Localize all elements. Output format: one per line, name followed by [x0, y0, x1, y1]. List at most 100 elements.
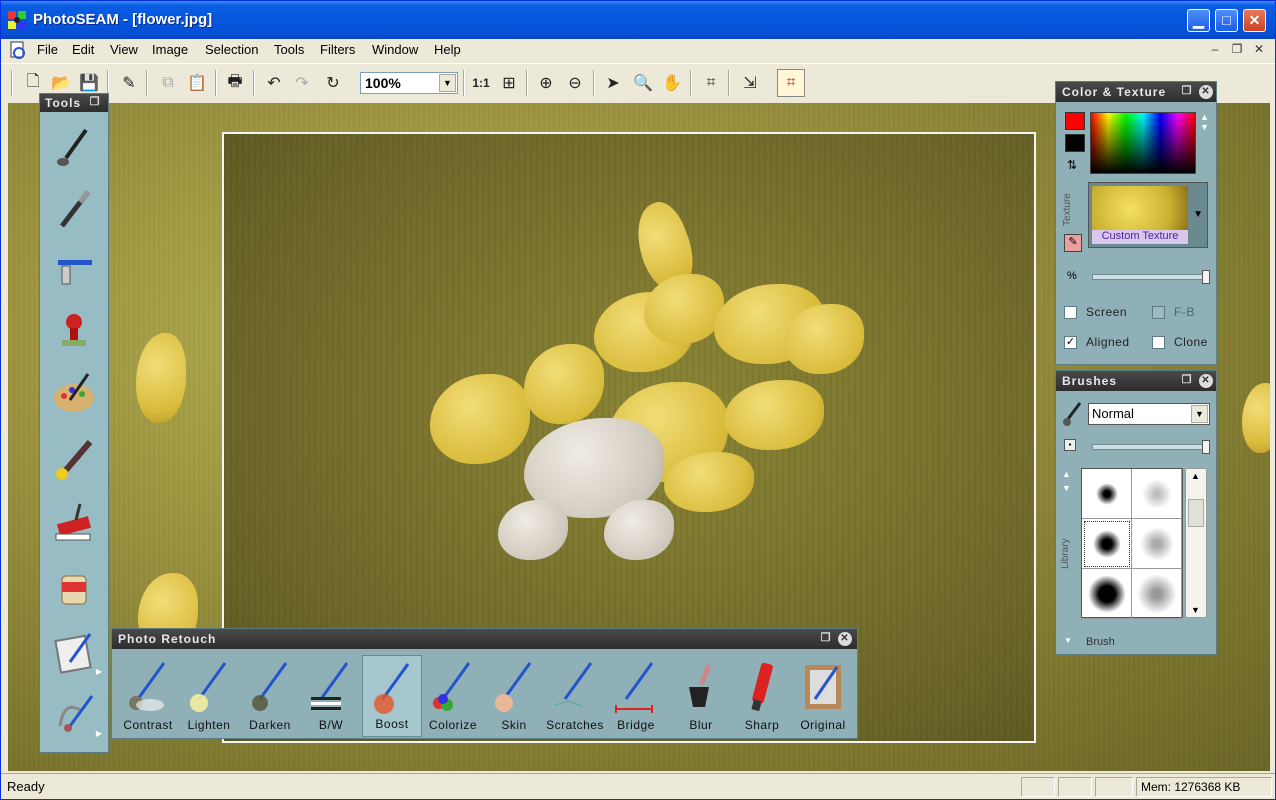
minimize-button[interactable]: ▁ [1187, 9, 1210, 32]
maximize-button[interactable]: □ [1215, 9, 1238, 32]
chevron-down-icon[interactable]: ▼ [439, 74, 456, 92]
paint-bucket-tool[interactable] [46, 560, 102, 616]
opacity-slider[interactable] [1092, 274, 1208, 280]
scroll-up-icon[interactable]: ▲ [1191, 471, 1200, 481]
brush-preset[interactable] [1082, 569, 1132, 619]
eyedropper-icon[interactable]: ✎ [1064, 234, 1082, 252]
retouch-darken-button[interactable]: Darken [240, 655, 300, 737]
palette-tool[interactable] [46, 366, 102, 422]
texture-selector[interactable]: Custom Texture ▼ [1088, 182, 1208, 248]
blend-mode-select[interactable]: Normal ▼ [1088, 403, 1210, 425]
menu-view[interactable]: View [110, 42, 138, 57]
brush-preset[interactable] [1082, 469, 1132, 519]
eraser-icon[interactable]: ✎ [117, 71, 141, 95]
pen-tool[interactable] [46, 182, 102, 238]
spectrum-down-icon[interactable]: ▼ [1200, 122, 1209, 132]
resize-icon[interactable]: ⇲ [738, 71, 762, 95]
brush-size-slider[interactable] [1092, 444, 1208, 450]
menu-image[interactable]: Image [152, 42, 188, 57]
brush-size-slider-thumb[interactable] [1202, 440, 1210, 454]
actual-size-button[interactable]: 1:1 [469, 71, 493, 95]
color-spectrum-picker[interactable] [1090, 112, 1196, 174]
panel-close-icon[interactable]: ✕ [1199, 374, 1213, 388]
brush-expand-icon[interactable]: ▼ [1064, 636, 1072, 645]
menu-file[interactable]: File [37, 42, 58, 57]
smudge-brush-tool[interactable] [46, 432, 102, 488]
retouch-boost-button[interactable]: Boost [362, 655, 422, 737]
document-icon[interactable] [9, 41, 27, 59]
chevron-down-icon[interactable]: ▼ [1193, 209, 1203, 220]
pointer-icon[interactable]: ➤ [601, 71, 625, 95]
spectrum-up-icon[interactable]: ▲ [1200, 112, 1209, 122]
background-color-swatch[interactable] [1065, 134, 1085, 152]
airbrush-tool[interactable] [46, 242, 102, 298]
retouch-colorize-button[interactable]: Colorize [423, 655, 483, 737]
redo-icon[interactable]: ↷ [290, 71, 314, 95]
library-up-icon[interactable]: ▲ [1062, 469, 1071, 479]
retouch-sharp-button[interactable]: Sharp [732, 655, 792, 737]
menu-edit[interactable]: Edit [72, 42, 94, 57]
repeat-icon[interactable]: ↻ [321, 71, 345, 95]
magnifier-icon[interactable]: 🔍 [631, 71, 655, 95]
retouch-skin-button[interactable]: Skin [484, 655, 544, 737]
zoom-select[interactable]: 100% ▼ [360, 72, 458, 94]
doc-restore-icon[interactable]: ❐ [1229, 42, 1245, 57]
brush-library-scrollbar[interactable]: ▲ ▼ [1185, 468, 1207, 618]
foreground-color-swatch[interactable] [1065, 112, 1085, 130]
retouch-tool[interactable]: ▶ [46, 686, 102, 742]
brush-preset-selected[interactable] [1082, 519, 1132, 569]
menu-window[interactable]: Window [372, 42, 418, 57]
zoom-out-icon[interactable]: ⊖ [563, 71, 587, 95]
scroll-thumb[interactable] [1188, 499, 1204, 527]
menu-help[interactable]: Help [434, 42, 461, 57]
tools-panel-header[interactable]: Tools ❐ [40, 94, 108, 112]
aligned-checkbox[interactable]: ✓ [1064, 336, 1077, 349]
print-icon[interactable]: 🖶 [223, 71, 247, 95]
copy-icon[interactable]: ⧉ [156, 71, 180, 95]
retouch-contrast-button[interactable]: Contrast [118, 655, 178, 737]
doc-close-icon[interactable]: ✕ [1251, 42, 1267, 57]
scroll-down-icon[interactable]: ▼ [1191, 605, 1200, 615]
brush-preset[interactable] [1132, 519, 1182, 569]
paste-icon[interactable]: 📋 [185, 71, 209, 95]
close-button[interactable]: ✕ [1243, 9, 1266, 32]
retouch-bridge-button[interactable]: Bridge [606, 655, 666, 737]
hand-icon[interactable]: ✋ [660, 71, 684, 95]
clone-checkbox[interactable] [1152, 336, 1165, 349]
color-texture-header[interactable]: Color & Texture ❐ ✕ [1056, 82, 1216, 102]
dock-icon[interactable]: ❐ [1180, 85, 1194, 99]
undo-icon[interactable]: ↶ [262, 71, 286, 95]
retouch-original-button[interactable]: Original [793, 655, 853, 737]
roller-tool[interactable] [46, 494, 102, 550]
save-icon[interactable]: 💾 [77, 71, 101, 95]
seam-crop-icon[interactable]: ⌗ [777, 69, 805, 97]
photo-retouch-header[interactable]: Photo Retouch ❐ ✕ [112, 629, 857, 649]
fit-icon[interactable]: ⊞ [497, 71, 521, 95]
open-icon[interactable]: 📂 [49, 71, 73, 95]
dock-icon[interactable]: ❐ [88, 96, 102, 110]
library-down-icon[interactable]: ▼ [1062, 483, 1071, 493]
new-icon[interactable]: 🗋 [21, 71, 45, 95]
opacity-slider-thumb[interactable] [1202, 270, 1210, 284]
zoom-in-icon[interactable]: ⊕ [534, 71, 558, 95]
menu-selection[interactable]: Selection [205, 42, 258, 57]
brush-preset[interactable] [1132, 469, 1182, 519]
retouch-blur-button[interactable]: Blur [671, 655, 731, 737]
fb-checkbox[interactable] [1152, 306, 1165, 319]
screen-checkbox[interactable] [1064, 306, 1077, 319]
title-bar[interactable]: PhotoSEAM - [flower.jpg] ▁ □ ✕ [1, 1, 1275, 39]
dock-icon[interactable]: ❐ [1180, 374, 1194, 388]
menu-filters[interactable]: Filters [320, 42, 355, 57]
crop-icon[interactable]: ⌗ [699, 71, 723, 95]
brushes-header[interactable]: Brushes ❐ ✕ [1056, 371, 1216, 391]
panel-close-icon[interactable]: ✕ [1199, 85, 1213, 99]
paint-brush-tool[interactable] [46, 120, 102, 176]
dock-icon[interactable]: ❐ [819, 632, 833, 646]
swap-colors-icon[interactable]: ⇅ [1067, 158, 1077, 172]
retouch-lighten-button[interactable]: Lighten [179, 655, 239, 737]
stamp-tool[interactable] [46, 304, 102, 360]
menu-tools[interactable]: Tools [274, 42, 304, 57]
doc-minimize-icon[interactable]: – [1207, 42, 1223, 57]
retouch-scratches-button[interactable]: Scratches [545, 655, 605, 737]
panel-close-icon[interactable]: ✕ [838, 632, 852, 646]
